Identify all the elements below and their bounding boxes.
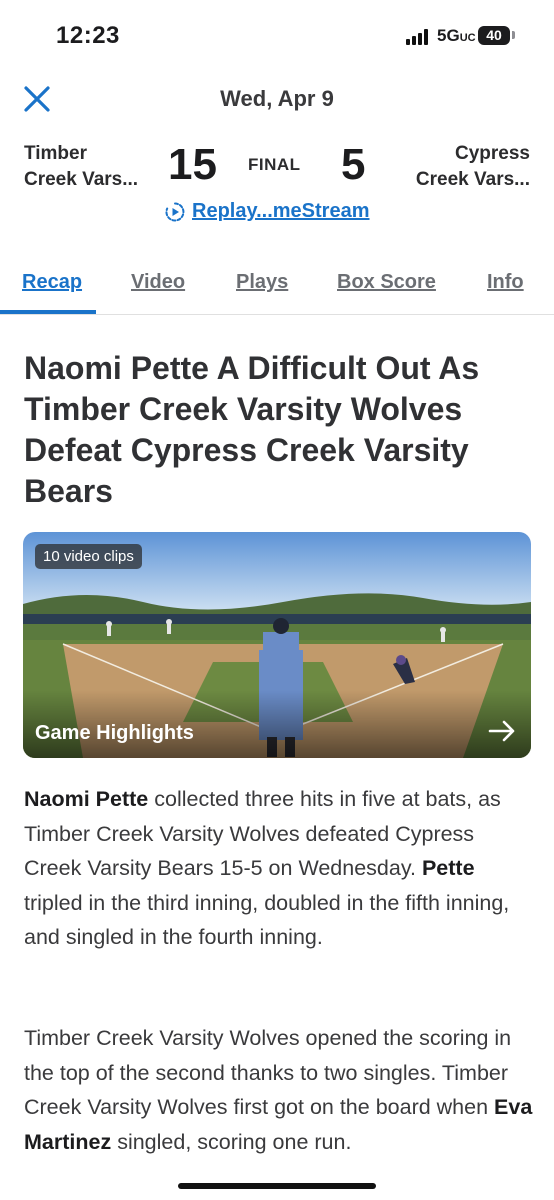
replay-icon	[165, 202, 185, 221]
tab-bar: Recap Video Plays Box Score Info	[0, 262, 554, 315]
game-status: FINAL	[248, 155, 301, 174]
signal-icon	[406, 29, 432, 45]
tab-plays[interactable]: Plays	[236, 271, 288, 294]
article-paragraph-2: Timber Creek Varsity Wolves opened the s…	[24, 1021, 534, 1159]
video-highlights-card[interactable]: 10 video clips Game Highlights	[23, 532, 531, 758]
article-headline: Naomi Pette A Difficult Out As Timber Cr…	[24, 350, 480, 509]
player-name-link: Naomi Pette	[24, 787, 149, 811]
paragraph-text: tripled in the third inning, doubled in …	[24, 890, 510, 950]
tab-video[interactable]: Video	[131, 271, 185, 294]
away-team-name[interactable]: Cypress Creek Vars...	[416, 141, 530, 193]
home-indicator[interactable]	[178, 1183, 376, 1189]
home-team-line2: Creek Vars...	[24, 169, 139, 190]
active-tab-indicator	[0, 310, 96, 314]
home-team-name[interactable]: Timber Creek Vars...	[24, 141, 138, 193]
arrow-right-icon[interactable]	[487, 718, 517, 744]
battery-nub	[512, 31, 515, 39]
away-score: 5	[341, 140, 366, 189]
video-clips-badge: 10 video clips	[35, 544, 142, 569]
video-title: Game Highlights	[35, 722, 194, 744]
away-team-line1: Cypress	[455, 143, 530, 164]
tab-box-score[interactable]: Box Score	[337, 271, 436, 294]
player-name: Pette	[421, 856, 475, 880]
tab-info[interactable]: Info	[487, 271, 524, 294]
status-time: 12:23	[56, 22, 120, 49]
status-bar: 12:23 5GUC 40	[0, 0, 554, 70]
away-team-line2: Creek Vars...	[415, 169, 530, 190]
replay-label: Replay...meStream	[192, 200, 370, 222]
home-score: 15	[168, 140, 217, 189]
network-indicator: 5GUC	[437, 26, 476, 45]
article-paragraph-1: Naomi Pette collected three hits in five…	[24, 782, 534, 955]
game-date: Wed, Apr 9	[220, 86, 334, 111]
home-team-line1: Timber	[24, 143, 88, 164]
tab-recap[interactable]: Recap	[22, 271, 82, 294]
battery-icon: 40	[478, 26, 510, 45]
replay-link[interactable]: Replay...meStream	[164, 200, 370, 223]
paragraph-text: Timber Creek Varsity Wolves opened the s…	[24, 1026, 512, 1119]
paragraph-text: singled, scoring one run.	[111, 1129, 352, 1154]
